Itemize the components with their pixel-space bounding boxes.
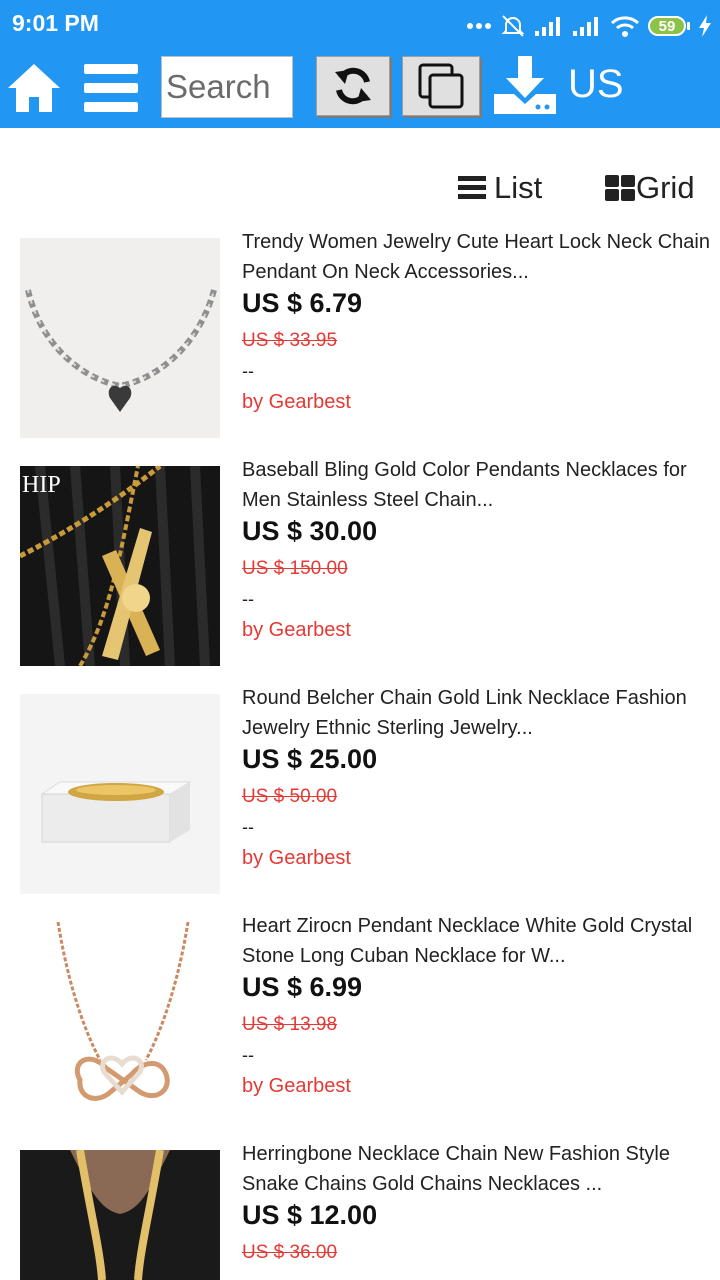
- product-image[interactable]: [20, 922, 220, 1122]
- product-item[interactable]: Trendy Women Jewelry Cute Heart Lock Nec…: [0, 231, 720, 438]
- signal-icon: [535, 17, 560, 36]
- menu-icon[interactable]: [84, 62, 138, 114]
- product-seller: by Gearbest: [242, 1075, 351, 1097]
- status-bar: 9:01 PM 59: [0, 0, 720, 52]
- product-extra: --: [242, 361, 254, 381]
- more-dots-icon: [467, 23, 491, 29]
- product-seller: by Gearbest: [242, 391, 351, 413]
- wifi-icon: [610, 16, 640, 37]
- grid-view-toggle[interactable]: Grid: [605, 168, 695, 208]
- grid-view-label: Grid: [636, 170, 695, 205]
- product-image[interactable]: HIP: [20, 466, 220, 666]
- status-time: 9:01 PM: [12, 10, 99, 36]
- product-image[interactable]: [20, 694, 220, 894]
- app-header: 9:01 PM 59 Search US: [0, 0, 720, 128]
- product-title[interactable]: Round Belcher Chain Gold Link Necklace F…: [242, 683, 712, 743]
- product-extra: --: [242, 589, 254, 609]
- battery-level: 59: [648, 16, 686, 36]
- product-item[interactable]: Heart Zirocn Pendant Necklace White Gold…: [0, 915, 720, 1122]
- product-price: US $ 6.79: [242, 288, 363, 318]
- product-title[interactable]: Heart Zirocn Pendant Necklace White Gold…: [242, 911, 712, 971]
- signal-2-icon: [573, 17, 598, 36]
- image-text: HIP: [22, 472, 61, 498]
- product-item[interactable]: HIP Baseball Bling Gold Color Pendants N…: [0, 459, 720, 666]
- product-image[interactable]: [20, 1150, 220, 1280]
- battery-icon: 59: [648, 16, 690, 36]
- product-title[interactable]: Trendy Women Jewelry Cute Heart Lock Nec…: [242, 227, 712, 287]
- product-price: US $ 25.00: [242, 744, 378, 774]
- list-icon: [458, 176, 486, 199]
- alarm-off-icon: [501, 15, 525, 37]
- charging-icon: [699, 15, 711, 37]
- product-original-price: US $ 13.98: [242, 1014, 338, 1035]
- product-price: US $ 30.00: [242, 516, 378, 546]
- home-icon[interactable]: [6, 60, 62, 116]
- region-label[interactable]: US: [568, 62, 624, 107]
- product-original-price: US $ 50.00: [242, 786, 338, 807]
- product-seller: by Gearbest: [242, 619, 351, 641]
- product-original-price: US $ 150.00: [242, 558, 348, 579]
- list-view-toggle[interactable]: List: [458, 168, 542, 208]
- copy-button[interactable]: [402, 56, 480, 116]
- product-price: US $ 12.00: [242, 1200, 378, 1230]
- product-item[interactable]: Round Belcher Chain Gold Link Necklace F…: [0, 687, 720, 894]
- list-view-label: List: [494, 170, 543, 205]
- product-extra: --: [242, 1045, 254, 1065]
- grid-icon: [605, 175, 635, 201]
- product-extra: --: [242, 817, 254, 837]
- product-seller: by Gearbest: [242, 847, 351, 869]
- refresh-button[interactable]: [316, 56, 390, 116]
- product-price: US $ 6.99: [242, 972, 363, 1002]
- status-icons: 59: [466, 10, 712, 42]
- product-title[interactable]: Herringbone Necklace Chain New Fashion S…: [242, 1139, 712, 1199]
- copy-icon: [418, 63, 464, 109]
- product-image[interactable]: [20, 238, 220, 438]
- toolbar: US: [0, 52, 720, 128]
- product-title[interactable]: Baseball Bling Gold Color Pendants Neckl…: [242, 455, 712, 515]
- product-original-price: US $ 36.00: [242, 1242, 338, 1263]
- download-icon[interactable]: [492, 54, 558, 116]
- search-input[interactable]: [161, 56, 293, 118]
- product-original-price: US $ 33.95: [242, 330, 338, 351]
- product-item[interactable]: Herringbone Necklace Chain New Fashion S…: [0, 1143, 720, 1280]
- refresh-icon: [335, 67, 371, 105]
